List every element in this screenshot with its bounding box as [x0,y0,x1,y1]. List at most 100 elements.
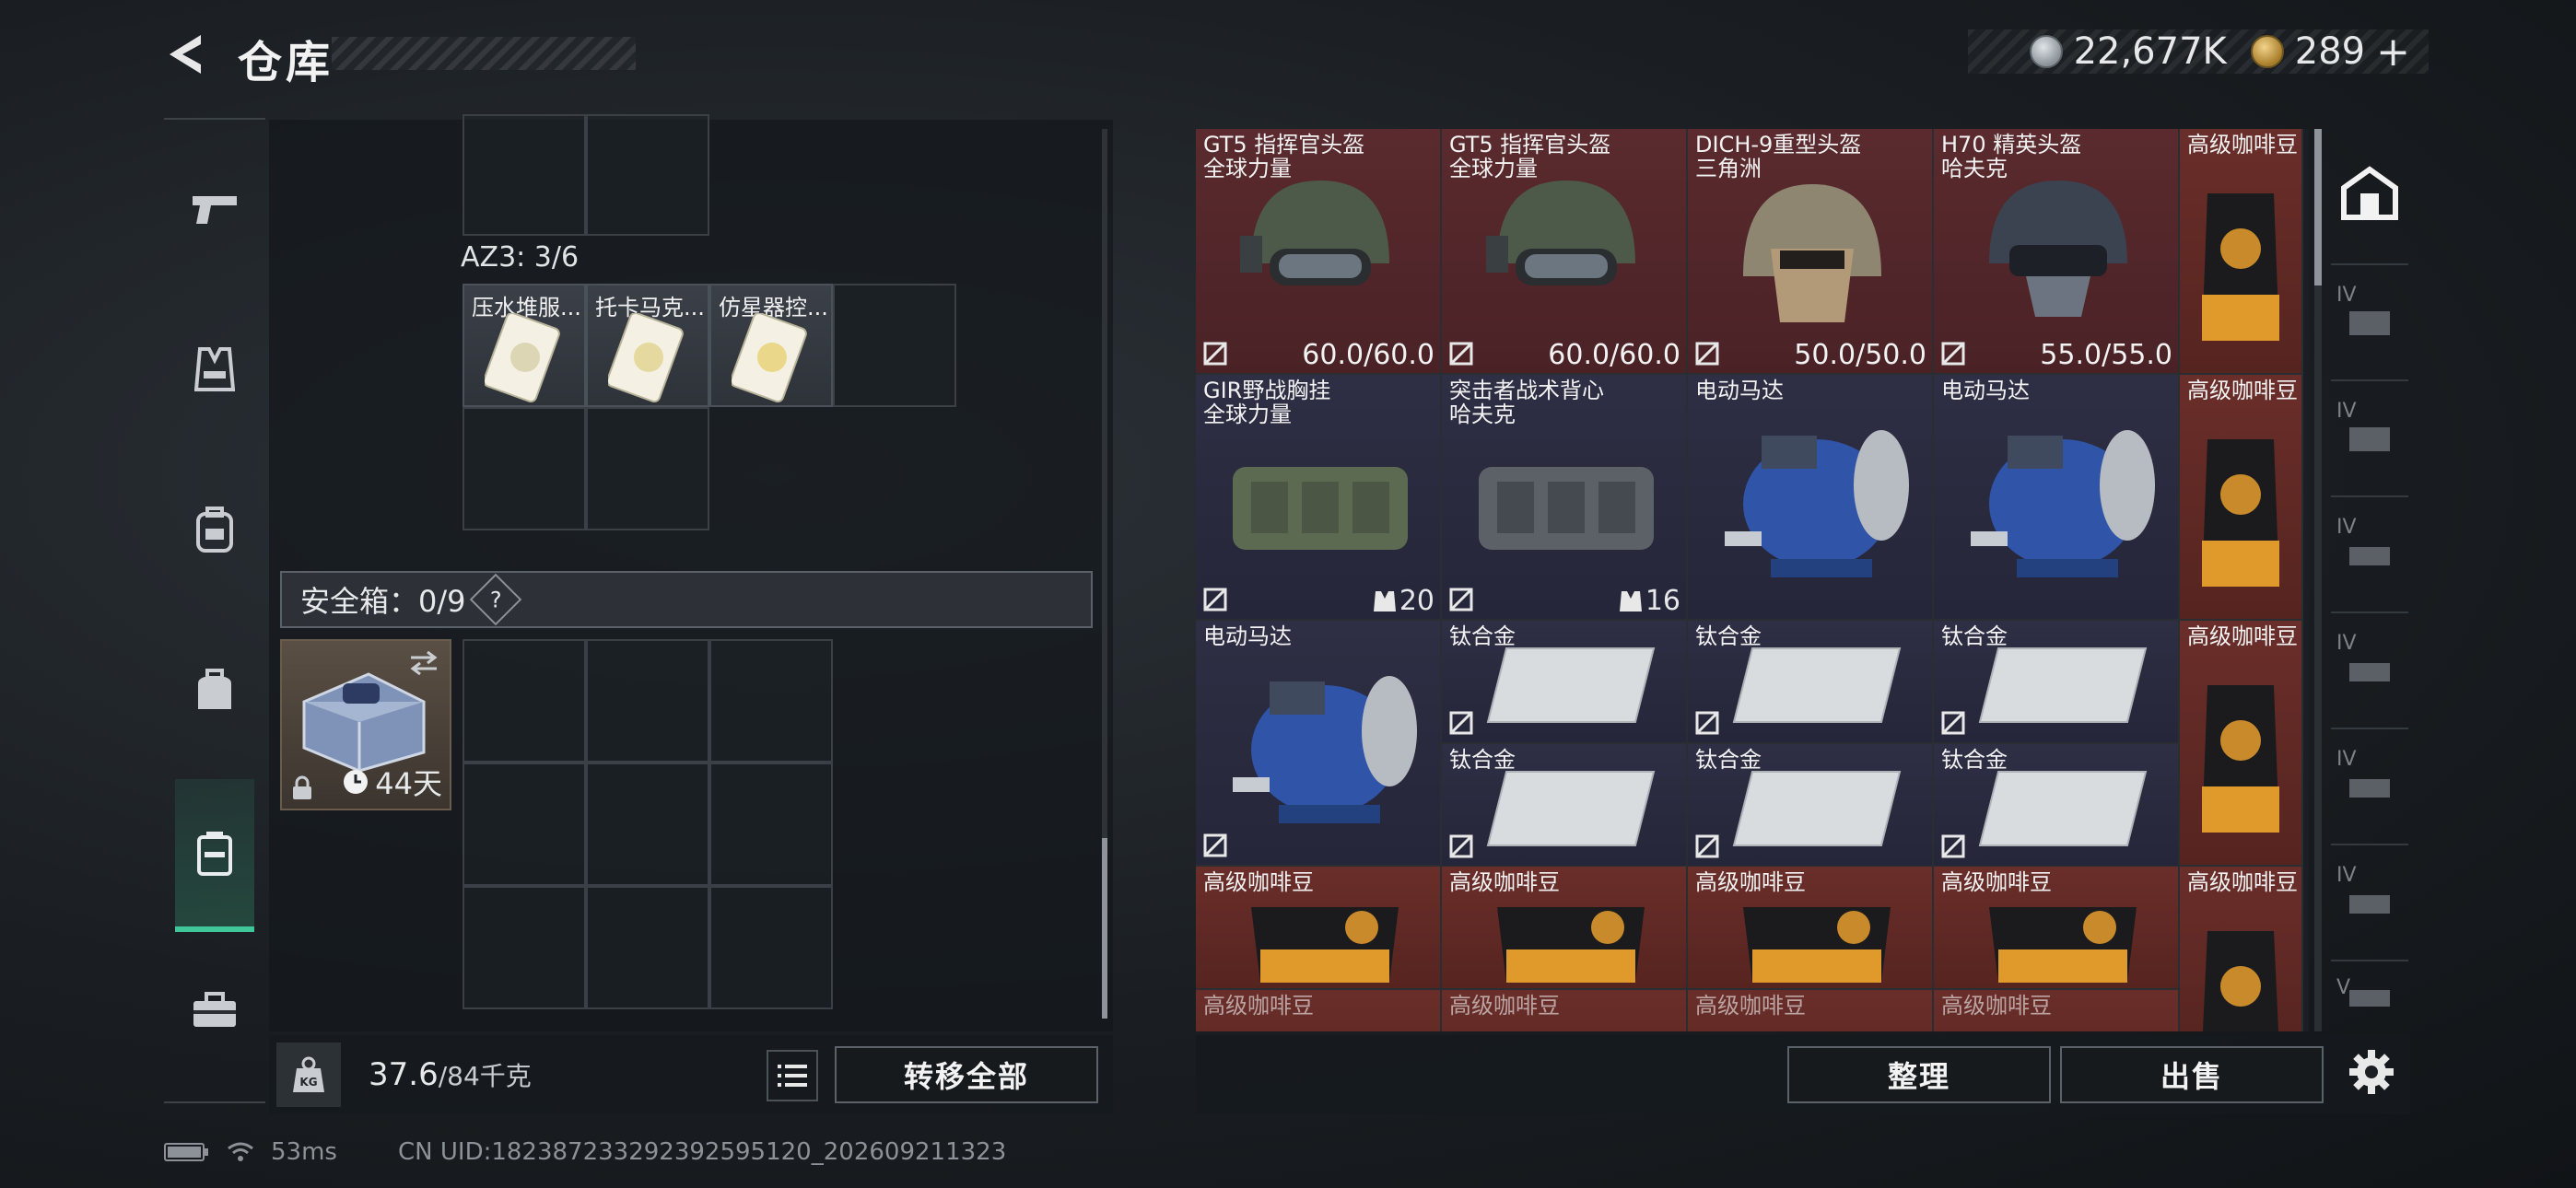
item-name: GT5 指挥官头盔 [1203,132,1365,157]
stash-page-tier[interactable]: IV [2331,263,2408,379]
no-repair-icon [1695,342,1719,366]
no-repair-icon [1695,834,1719,858]
tab-bag[interactable] [175,650,254,729]
gear-icon [2349,1050,2394,1094]
gold-currency[interactable]: 289 + [2250,29,2410,76]
az3-item-1[interactable]: 压水堆服... [463,284,586,407]
stash-item-titanium[interactable]: 钛合金 [1688,621,1934,744]
safe-slot[interactable] [463,886,586,1009]
stash-page-tier[interactable]: IV [2331,379,2408,495]
durability: 60.0/60.0 [1548,339,1680,371]
stash-item-coffee[interactable]: 高级咖啡豆 [2180,375,2303,621]
tab-toolbox[interactable] [175,971,254,1050]
tier-label: IV [2336,284,2357,307]
safe-slot[interactable] [586,639,709,763]
stash-item-coffee[interactable]: 高级咖啡豆 [1442,867,1688,990]
safe-slot[interactable] [463,639,586,763]
safe-slot[interactable] [709,763,833,886]
settings-button[interactable] [2342,1042,2401,1101]
scroll-thumb[interactable] [2314,129,2322,285]
sell-button[interactable]: 出售 [2060,1046,2324,1103]
vest-icon [194,347,235,391]
help-icon[interactable]: ? [469,573,521,626]
stash-item-titanium[interactable]: 钛合金 [1934,621,2180,744]
safe-slot[interactable] [586,763,709,886]
loadout-scrollbar[interactable] [1102,129,1107,1019]
coffee-bag-icon [2202,931,2279,1031]
stash-item-electric-motor[interactable]: 电动马达 [1934,375,2180,621]
tactical-vest-icon [1479,467,1654,550]
sort-button[interactable]: 整理 [1787,1046,2051,1103]
stash-page-rail: IV IV IV IV IV IV V [2331,129,2408,1031]
stash-page-tier[interactable]: IV [2331,611,2408,728]
stash-scrollbar[interactable] [2314,129,2322,1031]
stash-item-titanium[interactable]: 钛合金 [1934,744,2180,868]
stash-item-titanium[interactable]: 钛合金 [1688,744,1934,868]
back-button[interactable] [164,31,210,77]
weight-current: 37.6 [369,1056,439,1093]
stash-item-coffee[interactable]: 高级咖啡豆 [2180,867,2303,1031]
safe-slot[interactable] [586,886,709,1009]
stash-item-coffee[interactable]: 高级咖啡豆 [1688,990,1934,1031]
stash-item-helmet[interactable]: H70 精英头盔 哈夫克 55.0/55.0 [1934,129,2180,375]
safe-slot[interactable] [463,763,586,886]
tier-label: V [2336,976,2351,999]
tab-chest-rig[interactable] [175,330,254,409]
safe-slot[interactable] [709,886,833,1009]
az3-item-2[interactable]: 托卡马克... [586,284,709,407]
stash-item-titanium[interactable]: 钛合金 [1442,744,1688,868]
transfer-all-button[interactable]: 转移全部 [835,1046,1098,1103]
stash-item-titanium[interactable]: 钛合金 [1442,621,1688,744]
silver-currency[interactable]: 22,677K [2029,30,2227,73]
stash-item-electric-motor[interactable]: 电动马达 [1196,621,1442,867]
stash-item-coffee[interactable]: 高级咖啡豆 [1934,990,2180,1031]
coffee-bag-icon [1251,907,1399,983]
gold-currency-plus[interactable]: + [2376,29,2410,76]
tab-weapon[interactable] [175,169,254,249]
stash-item-coffee[interactable]: 高级咖啡豆 [2180,621,2303,867]
tab-backpack[interactable] [175,490,254,569]
tab-safe-case[interactable] [175,779,254,932]
stash-item-tactical-vest[interactable]: 突击者战术背心 哈夫克 16 [1442,375,1688,621]
stash-item-helmet[interactable]: GT5 指挥官头盔 全球力量 60.0/60.0 [1442,129,1688,375]
item-name: 高级咖啡豆 [1695,869,1806,895]
tier-label: IV [2336,748,2357,771]
stash-page-tier[interactable]: IV [2331,728,2408,844]
stash-item-coffee[interactable]: 高级咖啡豆 [1196,867,1442,990]
az3-item-3[interactable]: 仿星器控... [709,284,833,407]
stash-item-coffee[interactable]: 高级咖啡豆 [2180,129,2303,375]
grid-slot[interactable] [463,114,586,236]
grid-slot[interactable] [586,407,709,530]
scroll-thumb[interactable] [1102,838,1107,1019]
stash-page-tier[interactable]: IV [2331,495,2408,611]
safe-box-item[interactable]: 44天 [280,639,451,810]
stash-page-tier[interactable]: V [2331,960,2408,1031]
stash-item-electric-motor[interactable]: 电动马达 [1688,375,1934,621]
list-view-button[interactable] [767,1050,818,1101]
swap-icon[interactable] [407,650,440,676]
grid-slot[interactable] [586,114,709,236]
coffee-bag-icon [2202,439,2279,587]
stash-item-coffee[interactable]: 高级咖啡豆 [1196,990,1442,1031]
stash-page-tier[interactable]: IV [2331,844,2408,960]
container-icon [2349,547,2390,565]
stash-item-coffee[interactable]: 高级咖啡豆 [1688,867,1934,990]
grid-slot[interactable] [833,284,956,407]
stash-item-coffee[interactable]: 高级咖啡豆 [1934,867,2180,990]
stash-item-helmet[interactable]: DICH-9重型头盔 三角洲 50.0/50.0 [1688,129,1934,375]
back-arrow-icon [170,35,201,74]
electric-motor-icon [1725,430,1909,577]
stash-page-home[interactable] [2331,129,2408,258]
grid-slot[interactable] [463,407,586,530]
document-pack-icon [485,313,560,403]
stash-item-coffee[interactable]: 高级咖啡豆 [1442,990,1688,1031]
equipment-tab-rail [164,118,265,1103]
safe-slot[interactable] [709,639,833,763]
item-name: GIR野战胸挂 [1203,378,1331,403]
stash-item-helmet[interactable]: GT5 指挥官头盔 全球力量 60.0/60.0 [1196,129,1442,375]
titanium-ingot-icon [1732,647,1902,723]
tier-label: IV [2336,864,2357,887]
lock-icon [293,775,311,799]
capacity-value: 16 [1645,585,1680,617]
stash-item-chest-rig[interactable]: GIR野战胸挂 全球力量 20 [1196,375,1442,621]
